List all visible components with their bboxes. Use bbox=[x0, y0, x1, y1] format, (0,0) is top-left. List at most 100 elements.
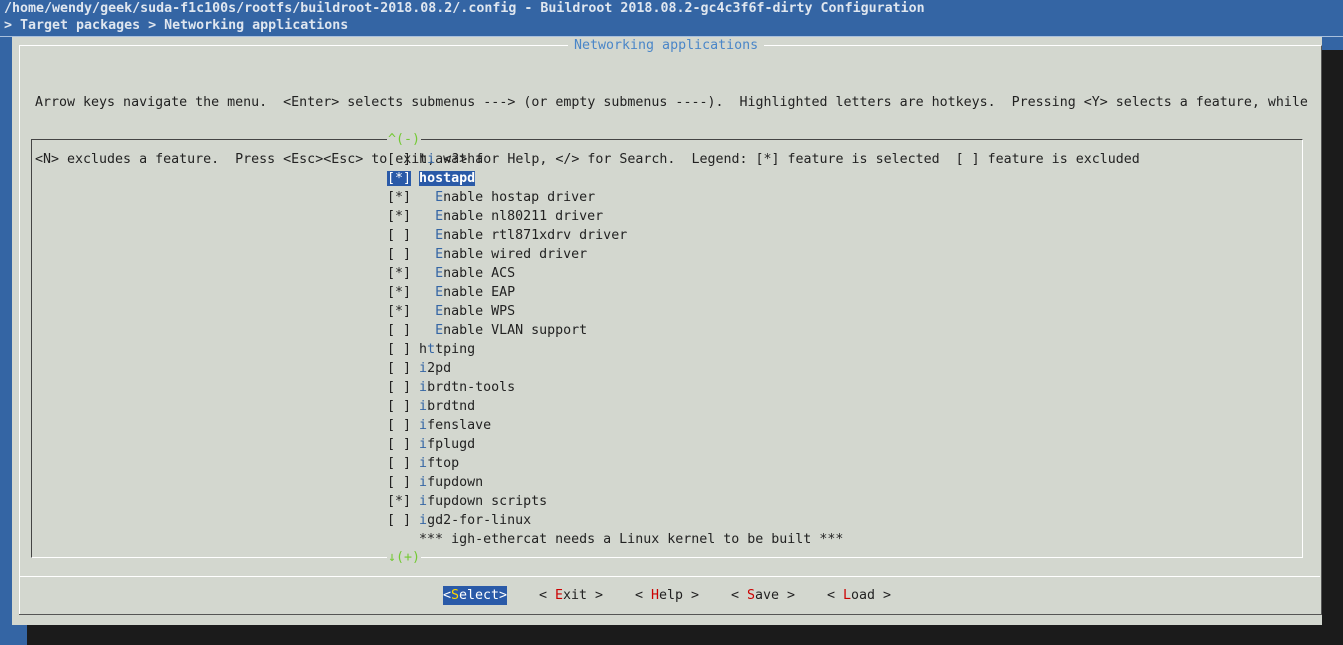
menu-item[interactable]: [*] Enable WPS bbox=[387, 302, 515, 321]
menu-item[interactable]: [ ] ibrdtn-tools bbox=[387, 378, 515, 397]
checkbox[interactable]: [*] bbox=[387, 171, 412, 186]
menu-item[interactable]: [ ] Enable wired driver bbox=[387, 245, 587, 264]
checkbox[interactable]: [ ] bbox=[387, 152, 411, 167]
menu-item[interactable]: [ ] httping bbox=[387, 340, 475, 359]
exit-button-hotkey: E bbox=[555, 588, 564, 603]
menu-item[interactable]: [*] Enable EAP bbox=[387, 283, 515, 302]
menu-item[interactable]: [ ] i2pd bbox=[387, 359, 451, 378]
help-button-pre: < bbox=[635, 588, 652, 603]
checkbox[interactable] bbox=[387, 532, 411, 547]
menu-item-label: i2pd bbox=[419, 361, 451, 376]
select-button[interactable]: <Select> bbox=[443, 586, 508, 605]
menu-item-label-rest: *** igh-ethercat needs a Linux kernel to… bbox=[419, 532, 844, 547]
menu-item-label-rest: fupdown scripts bbox=[427, 494, 548, 509]
menu-item-label-rest: fplugd bbox=[427, 437, 476, 452]
load-button[interactable]: < Load > bbox=[827, 586, 891, 605]
menu-item-label: Enable rtl871xdrv driver bbox=[435, 228, 627, 243]
scroll-down-indicator: ↓(+) bbox=[387, 549, 422, 566]
menu-item-label: Enable ACS bbox=[435, 266, 515, 281]
checkbox[interactable]: [ ] bbox=[387, 456, 411, 471]
menu-item-hotkey: E bbox=[435, 228, 444, 243]
menu-item[interactable]: [ ] Enable VLAN support bbox=[387, 321, 587, 340]
checkbox[interactable]: [*] bbox=[387, 494, 411, 509]
save-button[interactable]: < Save > bbox=[731, 586, 795, 605]
menu-item-indent bbox=[411, 513, 419, 528]
checkbox[interactable]: [ ] bbox=[387, 418, 411, 433]
help-button-hotkey: H bbox=[651, 588, 660, 603]
checkbox[interactable]: [*] bbox=[387, 285, 411, 300]
dialog-title: Networking applications bbox=[568, 37, 765, 54]
menu-item-indent bbox=[411, 171, 419, 186]
menu-item-label: iftop bbox=[419, 456, 459, 471]
menu-item-label-rest: brdtnd bbox=[427, 399, 476, 414]
menu-item-hotkey: i bbox=[419, 399, 428, 414]
menu-item-hotkey: i bbox=[419, 418, 428, 433]
menu-item-label-rest: 2pd bbox=[427, 361, 452, 376]
menu-item-hotkey: i bbox=[419, 361, 428, 376]
menu-item[interactable]: [ ] ibrdtnd bbox=[387, 397, 475, 416]
menu-item-hotkey: i bbox=[419, 475, 428, 490]
menu-item[interactable]: [ ] ifupdown bbox=[387, 473, 483, 492]
menu-item-hotkey: i bbox=[419, 437, 428, 452]
button-separator bbox=[19, 576, 1320, 577]
menu-item-hotkey: i bbox=[419, 513, 428, 528]
menu-item-indent bbox=[411, 304, 435, 319]
checkbox[interactable]: [*] bbox=[387, 304, 411, 319]
menu-item-indent bbox=[411, 361, 419, 376]
menu-item-label: ifenslave bbox=[419, 418, 491, 433]
menu-item-label-rest: nable hostap driver bbox=[443, 190, 596, 205]
menu-item-indent bbox=[411, 437, 419, 452]
checkbox[interactable]: [ ] bbox=[387, 323, 411, 338]
menu-item-label: hiawatha bbox=[419, 152, 483, 167]
menu-item-label: Enable EAP bbox=[435, 285, 515, 300]
menu-item-indent bbox=[411, 494, 419, 509]
help-button[interactable]: < Help > bbox=[635, 586, 699, 605]
menu-item-label-rest: awatha bbox=[435, 152, 484, 167]
menu-item-label-rest: fupdown bbox=[427, 475, 484, 490]
menu-item-indent bbox=[411, 190, 435, 205]
menu-item-label-rest: nable wired driver bbox=[443, 247, 588, 262]
menu-item-label: httping bbox=[419, 342, 475, 357]
checkbox[interactable]: [ ] bbox=[387, 228, 411, 243]
menu-item[interactable]: [*] Enable nl80211 driver bbox=[387, 207, 603, 226]
load-button-hotkey: L bbox=[843, 588, 852, 603]
menu-item-indent bbox=[411, 209, 435, 224]
menu-item-label: Enable wired driver bbox=[435, 247, 587, 262]
menu-item-hotkey: E bbox=[435, 209, 444, 224]
checkbox[interactable]: [ ] bbox=[387, 380, 411, 395]
menu-item-label-rest: ostapd bbox=[427, 171, 476, 186]
menu-item-indent bbox=[411, 456, 419, 471]
checkbox[interactable]: [ ] bbox=[387, 342, 411, 357]
exit-button[interactable]: < Exit > bbox=[539, 586, 603, 605]
menu-item[interactable]: [*] hostapd bbox=[387, 169, 476, 188]
checkbox[interactable]: [ ] bbox=[387, 475, 411, 490]
menu-item[interactable]: [ ] igd2-for-linux bbox=[387, 511, 531, 530]
checkbox[interactable]: [*] bbox=[387, 190, 411, 205]
checkbox[interactable]: [ ] bbox=[387, 361, 411, 376]
exit-button-pre: < bbox=[539, 588, 556, 603]
menu-item-label-rest: brdtn-tools bbox=[427, 380, 516, 395]
menu-item[interactable]: [ ] hiawatha bbox=[387, 150, 483, 169]
save-button-hotkey: S bbox=[747, 588, 756, 603]
menu-item[interactable]: [*] Enable ACS bbox=[387, 264, 515, 283]
menu-item[interactable]: [ ] ifplugd bbox=[387, 435, 475, 454]
menu-item[interactable]: [ ] Enable rtl871xdrv driver bbox=[387, 226, 627, 245]
checkbox[interactable]: [ ] bbox=[387, 513, 411, 528]
menu-item-label-rest: ftop bbox=[427, 456, 460, 471]
checkbox[interactable]: [ ] bbox=[387, 437, 411, 452]
menu-list-box[interactable] bbox=[31, 139, 1303, 558]
menu-item-label: Enable WPS bbox=[435, 304, 515, 319]
checkbox[interactable]: [*] bbox=[387, 266, 411, 281]
menu-item[interactable]: [ ] ifenslave bbox=[387, 416, 491, 435]
menu-item-label-rest: tping bbox=[435, 342, 476, 357]
save-button-pre: < bbox=[731, 588, 748, 603]
menu-item-label-rest: gd2-for-linux bbox=[427, 513, 532, 528]
menu-item[interactable]: [ ] iftop bbox=[387, 454, 459, 473]
menu-item-label: ibrdtnd bbox=[419, 399, 475, 414]
menu-item[interactable]: [*] ifupdown scripts bbox=[387, 492, 547, 511]
menu-item[interactable]: *** igh-ethercat needs a Linux kernel to… bbox=[387, 530, 843, 549]
checkbox[interactable]: [ ] bbox=[387, 399, 411, 414]
menu-item[interactable]: [*] Enable hostap driver bbox=[387, 188, 595, 207]
checkbox[interactable]: [*] bbox=[387, 209, 411, 224]
checkbox[interactable]: [ ] bbox=[387, 247, 411, 262]
